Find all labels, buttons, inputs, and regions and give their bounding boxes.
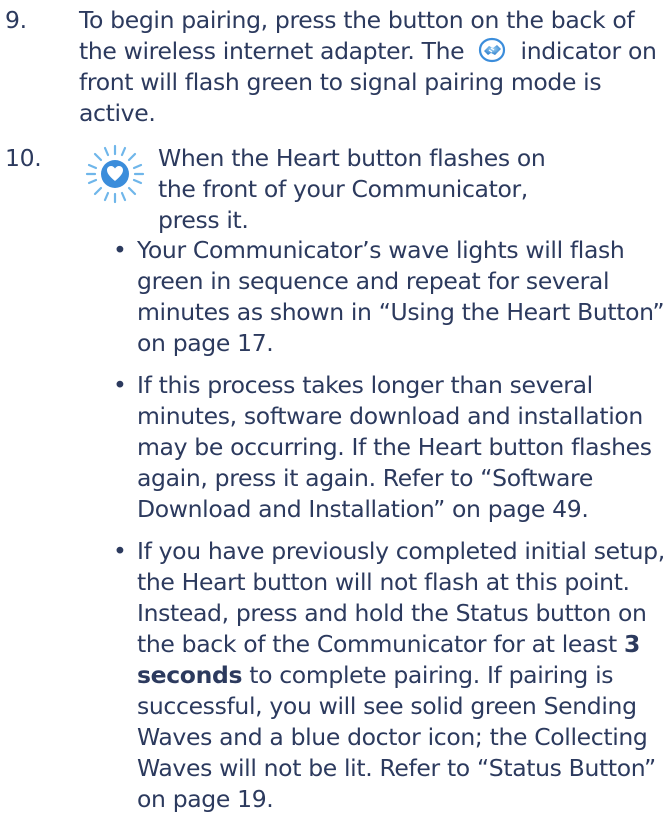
step-10-number: 10. [5,144,42,172]
step-9-text: To begin pairing, press the button on th… [79,5,659,129]
bullet-item: If this process takes longer than severa… [111,370,667,525]
bullet-item: Your Communicator’s wave lights will fla… [111,235,667,359]
step-9-number: 9. [5,6,27,34]
pairing-handshake-icon [477,37,507,63]
heart-button-icon [85,144,145,204]
step-10-text: When the Heart button flashes on the fro… [158,144,546,234]
instruction-page: 9. To begin pairing, press the button on… [0,0,670,813]
step-10-bullet-list: Your Communicator’s wave lights will fla… [111,235,667,826]
bullet-text-start: If you have previously completed initial… [137,537,665,658]
bullet-item: If you have previously completed initial… [111,536,667,815]
